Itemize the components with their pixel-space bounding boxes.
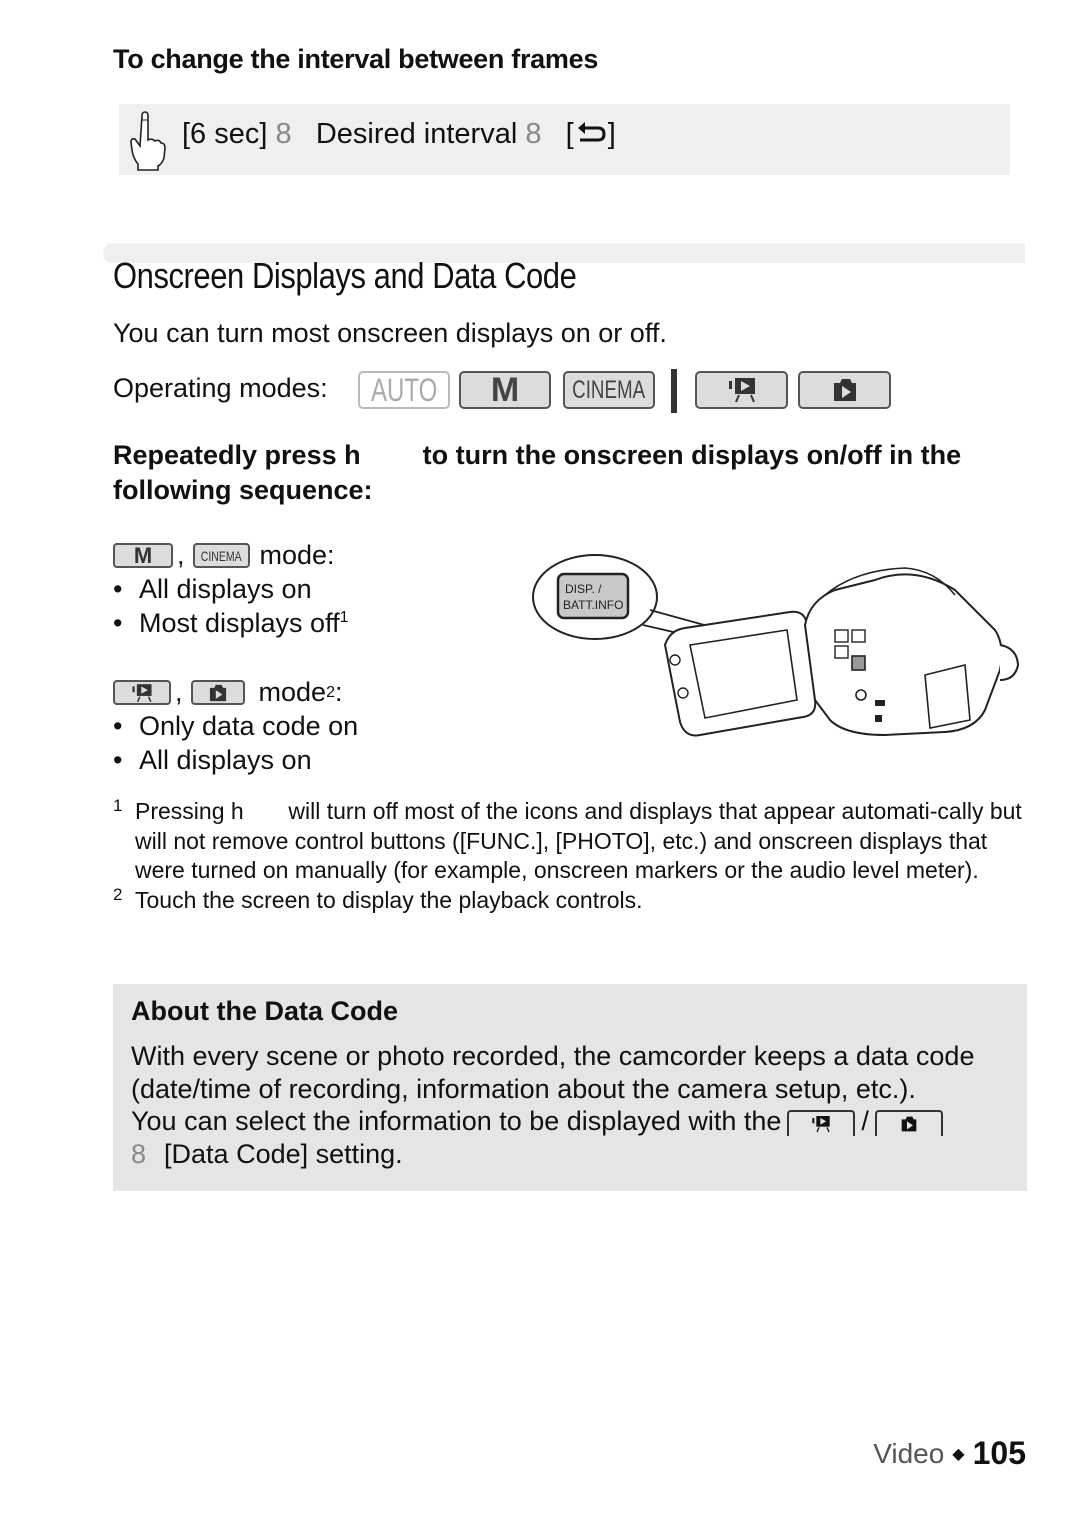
page-number: 105	[972, 1435, 1026, 1471]
recording-modes-heading: M , CINEMA mode:	[113, 540, 335, 571]
colon: :	[334, 677, 343, 707]
footnotes: 1 Pressing h will turn off most of the ic…	[113, 796, 1029, 915]
list-item: • All displays on	[113, 745, 312, 775]
mode-label: mode	[258, 677, 327, 707]
mode-cinema-icon: CINEMA	[192, 543, 250, 568]
mode-cinema-icon: CINEMA	[563, 371, 655, 409]
photo-playback-menu-icon	[874, 1109, 943, 1136]
arrow-icon: 8	[525, 118, 542, 150]
camcorder-illustration: DISP. / BATT.INFO	[532, 554, 1020, 737]
instruction-text: Repeatedly press h to turn the onscreen d…	[113, 438, 1013, 508]
footer-section: Video	[873, 1437, 945, 1469]
section-title: Onscreen Displays and Data Code	[113, 255, 577, 296]
note-setting-path: 8 [Data Code] setting.	[131, 1138, 403, 1169]
sub-heading: To change the interval between frames	[113, 44, 599, 74]
list-item: • All displays on	[113, 574, 312, 604]
mode-movie-playback-icon	[113, 680, 171, 705]
mode-separator	[671, 369, 677, 413]
instruction-part1: Repeatedly press h	[113, 440, 361, 470]
return-icon	[577, 122, 606, 142]
callout-text-line2: BATT.INFO	[563, 598, 623, 612]
bracket-open: [	[565, 118, 574, 150]
disp-button	[851, 655, 866, 671]
mode-label: mode:	[259, 540, 335, 570]
list-item: • Only data code on	[113, 711, 359, 741]
arrow-icon: 8	[275, 118, 292, 150]
slash: /	[861, 1106, 869, 1136]
mode-manual-icon: M	[459, 371, 551, 409]
touch-hand-icon	[130, 111, 166, 171]
note-paragraph: With every scene or photo recorded, the …	[131, 1041, 975, 1104]
movie-playback-menu-icon	[787, 1109, 856, 1136]
page-footer: Video ◆ 105	[873, 1435, 1026, 1472]
footnote-ref: 2	[326, 683, 335, 701]
note-setting-line: You can select the information to be dis…	[131, 1105, 1021, 1138]
step-item-interval: [6 sec]	[182, 118, 268, 150]
mode-auto-icon: AUTO	[358, 371, 450, 409]
mode-manual-icon: M	[113, 543, 173, 568]
comma: ,	[175, 677, 183, 707]
step-text: [6 sec] 8 Desired interval 8 []	[182, 118, 616, 151]
mode-photo-playback-icon	[798, 371, 891, 409]
callout-text-line1: DISP. /	[565, 582, 602, 596]
footnote-2: 2 Touch the screen to display the playbac…	[113, 884, 643, 913]
intro-text: You can turn most onscreen displays on o…	[113, 318, 667, 348]
note-title: About the Data Code	[131, 996, 398, 1026]
operating-modes-label: Operating modes:	[113, 373, 328, 403]
bracket-close: ]	[607, 118, 616, 150]
diamond-icon: ◆	[952, 1445, 965, 1463]
mode-movie-playback-icon	[695, 371, 788, 409]
mode-photo-playback-icon	[190, 680, 245, 705]
arrow-icon: 8	[131, 1138, 147, 1169]
footnote-ref: 1	[339, 609, 349, 626]
comma: ,	[177, 540, 185, 570]
step-item-desired: Desired interval	[315, 118, 518, 150]
playback-modes-heading: , mode 2:	[113, 677, 342, 708]
list-item: • Most displays off1	[113, 608, 349, 638]
footnote-1: 1 Pressing h will turn off most of the ic…	[113, 796, 1029, 883]
note-body: With every scene or photo recorded, the …	[131, 1040, 1021, 1170]
